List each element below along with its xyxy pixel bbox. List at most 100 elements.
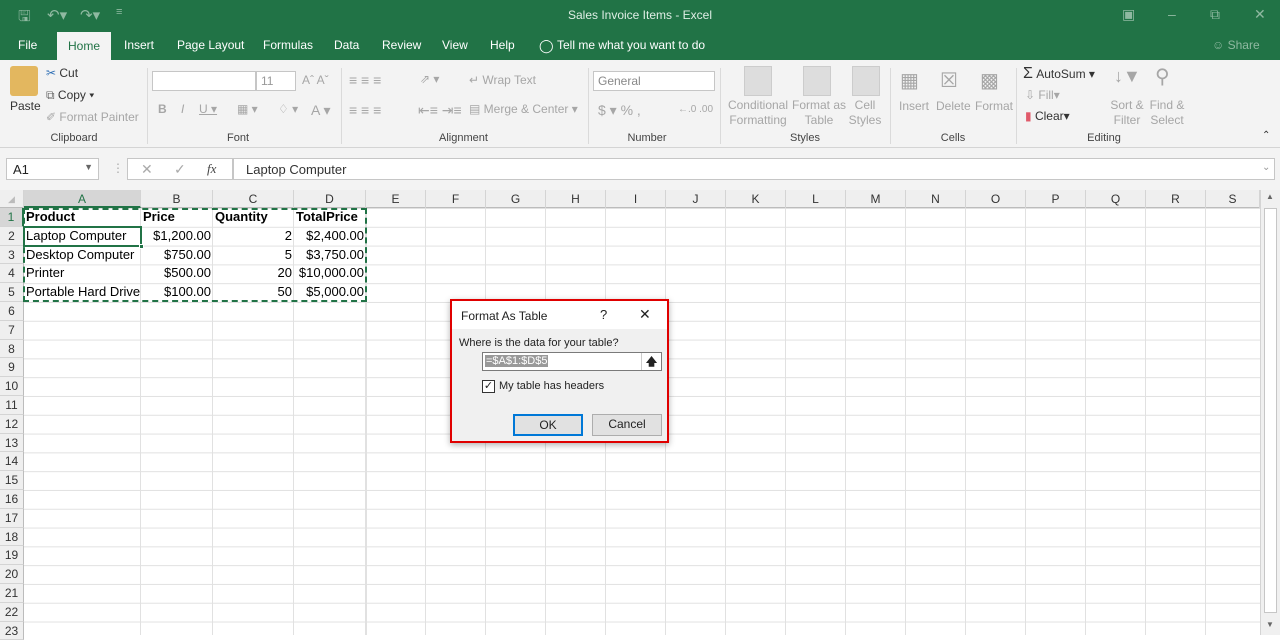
ok-button[interactable]: OK [513, 414, 583, 436]
formula-input[interactable]: Laptop Computer [233, 158, 1275, 180]
cancel-button[interactable]: Cancel [592, 414, 662, 436]
column-header-A[interactable]: A [24, 190, 141, 208]
orientation-icon[interactable]: ⇗ ▾ [420, 72, 439, 86]
range-input[interactable]: =$A$1:$D$5 🡅 [482, 352, 662, 371]
clear-button[interactable]: ▮ Clear▾ [1025, 109, 1070, 123]
format-as-table-button[interactable]: Format as Table [792, 98, 846, 128]
scroll-up-icon[interactable]: ▲ [1266, 192, 1274, 201]
column-header-E[interactable]: E [366, 190, 426, 208]
vertical-align-icons[interactable]: ≡ ≡ ≡ [349, 72, 381, 88]
tab-insert[interactable]: Insert [124, 38, 154, 52]
paste-button[interactable]: Paste [10, 99, 41, 113]
headers-checkbox[interactable]: ✓ [482, 380, 495, 393]
drag-handle-icon[interactable]: ⋮ [112, 161, 124, 175]
font-color-icon[interactable]: A ▾ [311, 102, 330, 119]
select-all-button[interactable]: ◢ [0, 190, 24, 208]
restore-button[interactable]: ⧉ [1210, 6, 1220, 23]
column-header-M[interactable]: M [846, 190, 906, 208]
column-header-G[interactable]: G [486, 190, 546, 208]
fill-handle[interactable] [139, 244, 144, 249]
fill-button[interactable]: ⇩ Fill▾ [1025, 88, 1060, 102]
row-header-13[interactable]: 13 [0, 433, 24, 453]
row-header-11[interactable]: 11 [0, 396, 24, 415]
decimal-icons[interactable]: ←.0 .00 [678, 104, 713, 115]
row-header-16[interactable]: 16 [0, 490, 24, 509]
insert-function-icon[interactable]: fx [207, 161, 216, 177]
row-header-7[interactable]: 7 [0, 320, 24, 340]
minimize-button[interactable]: – [1168, 6, 1176, 22]
name-box[interactable]: A1 ▼ [6, 158, 99, 180]
tell-me-search[interactable]: Tell me what you want to do [557, 38, 705, 52]
font-grow-icon[interactable]: Aˆ Aˇ [302, 73, 329, 87]
column-header-L[interactable]: L [786, 190, 846, 208]
format-cells-button[interactable]: Format [975, 99, 1013, 113]
cell-styles-button[interactable]: Cell Styles [845, 98, 885, 128]
collapse-dialog-icon[interactable]: 🡅 [641, 353, 661, 370]
format-painter-button[interactable]: ✐ Format Painter [46, 110, 139, 124]
row-header-19[interactable]: 19 [0, 546, 24, 566]
ribbon-display-options-icon[interactable]: ▣ [1122, 6, 1135, 23]
delete-cells-button[interactable]: Delete [936, 99, 971, 113]
underline-button[interactable]: U ▾ [199, 102, 217, 116]
cut-button[interactable]: ✂ Cut [46, 66, 78, 80]
row-header-9[interactable]: 9 [0, 358, 24, 378]
autosum-button[interactable]: Σ AutoSum ▾ [1023, 65, 1095, 83]
column-header-I[interactable]: I [606, 190, 666, 208]
tab-home[interactable]: Home [57, 32, 111, 60]
row-header-10[interactable]: 10 [0, 377, 24, 396]
column-header-D[interactable]: D [294, 190, 366, 208]
row-header-21[interactable]: 21 [0, 584, 24, 603]
row-header-18[interactable]: 18 [0, 527, 24, 547]
tab-file[interactable]: File [18, 38, 37, 52]
wrap-text-button[interactable]: ↵ Wrap Text [469, 73, 536, 87]
column-header-K[interactable]: K [726, 190, 786, 208]
font-name-combo[interactable] [152, 71, 256, 91]
help-button[interactable]: ? [600, 307, 607, 322]
font-size-combo[interactable]: 11 [256, 71, 296, 91]
sort-filter-button[interactable]: Sort & Filter [1106, 98, 1148, 128]
column-header-H[interactable]: H [546, 190, 606, 208]
column-header-O[interactable]: O [966, 190, 1026, 208]
close-window-button[interactable]: ✕ [1254, 6, 1266, 23]
fill-color-icon[interactable]: ♢ ▾ [278, 102, 298, 116]
copy-button[interactable]: ⧉ Copy ▾ [46, 88, 94, 103]
vertical-scrollbar[interactable]: ▲ ▼ [1260, 190, 1280, 635]
column-header-Q[interactable]: Q [1086, 190, 1146, 208]
column-header-B[interactable]: B [141, 190, 213, 208]
tab-data[interactable]: Data [334, 38, 359, 52]
column-header-C[interactable]: C [213, 190, 294, 208]
bold-button[interactable]: B [158, 102, 167, 116]
accounting-format-icon[interactable]: $ ▾ % , [598, 102, 641, 119]
expand-formula-icon[interactable]: ⌄ [1262, 162, 1270, 173]
row-header-15[interactable]: 15 [0, 471, 24, 490]
borders-icon[interactable]: ▦ ▾ [237, 102, 258, 116]
row-header-22[interactable]: 22 [0, 602, 24, 622]
find-select-button[interactable]: Find & Select [1146, 98, 1188, 128]
confirm-entry-icon[interactable]: ✓ [174, 161, 186, 178]
conditional-formatting-button[interactable]: Conditional Formatting [727, 98, 789, 128]
scrollbar-thumb[interactable] [1264, 208, 1277, 613]
tab-view[interactable]: View [442, 38, 468, 52]
row-header-14[interactable]: 14 [0, 452, 24, 472]
tab-formulas[interactable]: Formulas [263, 38, 313, 52]
row-header-17[interactable]: 17 [0, 508, 24, 528]
row-header-8[interactable]: 8 [0, 339, 24, 359]
insert-cells-button[interactable]: Insert [899, 99, 929, 113]
italic-button[interactable]: I [181, 102, 184, 116]
column-header-P[interactable]: P [1026, 190, 1086, 208]
row-header-20[interactable]: 20 [0, 565, 24, 584]
column-header-F[interactable]: F [426, 190, 486, 208]
tab-review[interactable]: Review [382, 38, 421, 52]
merge-center-button[interactable]: ▤ Merge & Center ▾ [469, 102, 578, 116]
indent-icons[interactable]: ⇤≡ ⇥≡ [418, 102, 462, 119]
column-header-R[interactable]: R [1146, 190, 1206, 208]
collapse-ribbon-icon[interactable]: ⌃ [1262, 130, 1270, 141]
tab-help[interactable]: Help [490, 38, 515, 52]
dialog-close-button[interactable]: ✕ [639, 306, 651, 323]
number-format-combo[interactable]: General [593, 71, 715, 91]
share-button[interactable]: ☺ Share [1212, 38, 1260, 52]
column-header-N[interactable]: N [906, 190, 966, 208]
horizontal-align-icons[interactable]: ≡ ≡ ≡ [349, 102, 381, 118]
headers-checkbox-label[interactable]: My table has headers [499, 380, 604, 392]
row-header-23[interactable]: 23 [0, 621, 24, 640]
